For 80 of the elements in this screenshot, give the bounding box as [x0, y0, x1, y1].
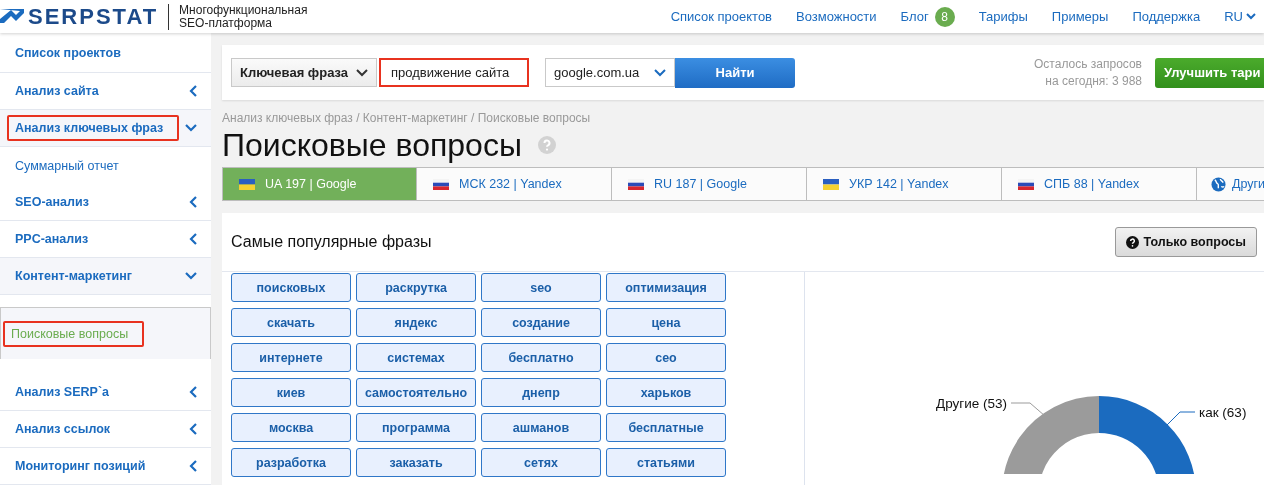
region-tab[interactable]: RU 187 | Google — [612, 167, 807, 201]
search-engine-select[interactable]: google.com.ua — [545, 58, 675, 87]
language-selector[interactable]: RU — [1224, 9, 1256, 24]
search-type-select[interactable]: Ключевая фраза — [231, 58, 377, 87]
count-badge: 8 — [934, 6, 955, 27]
sidebar-item[interactable]: Список проектов — [0, 33, 211, 73]
phrase-tag[interactable]: разработка — [231, 448, 351, 477]
phrase-tag[interactable]: самостоятельно — [356, 378, 476, 407]
query-input[interactable]: продвижение сайта — [379, 58, 529, 87]
flag-icon — [239, 178, 255, 190]
sidebar-item[interactable]: Анализ ссылок — [0, 411, 211, 448]
sidebar-item[interactable]: Анализ SERP`a — [0, 374, 211, 411]
phrase-tag[interactable]: создание — [481, 308, 601, 337]
nav-link[interactable]: Возможности — [796, 9, 877, 24]
breadcrumb: Анализ ключевых фраз / Контент-маркетинг / Поисковые вопросы — [222, 111, 592, 125]
phrase-tag[interactable]: ашманов — [481, 413, 601, 442]
logo-wordmark[interactable]: SERPSTAT — [28, 3, 170, 30]
chart-label: как (63) — [1199, 405, 1247, 420]
phrase-tag[interactable]: seo — [481, 273, 601, 302]
chevron-left-icon — [189, 196, 197, 208]
phrase-tag[interactable]: сео — [606, 343, 726, 372]
phrase-tag[interactable]: харьков — [606, 378, 726, 407]
chart-label: Другие (53) — [936, 396, 1007, 411]
nav-link[interactable]: Поддержка — [1132, 9, 1201, 24]
phrase-tag[interactable]: цена — [606, 308, 726, 337]
sidebar-item[interactable]: Суммарный отчет — [0, 147, 211, 184]
phrase-tag[interactable]: киев — [231, 378, 351, 407]
phrase-tag[interactable]: поисковых — [231, 273, 351, 302]
chevron-left-icon — [189, 423, 197, 435]
phrase-tag[interactable]: скачать — [231, 308, 351, 337]
page-title: Поисковые вопросы — [222, 126, 522, 164]
nav-link[interactable]: Блог — [900, 9, 929, 24]
find-button[interactable]: Найти — [675, 57, 795, 88]
nav-link[interactable]: Тарифы — [978, 9, 1028, 24]
upgrade-button[interactable]: Улучшить тари — [1155, 57, 1264, 88]
flag-icon — [433, 178, 449, 190]
quota-text: Осталось запросов — [1034, 55, 1142, 73]
phrase-tag[interactable]: яндекс — [356, 308, 476, 337]
flag-icon — [1018, 178, 1034, 190]
tagline-text: Многофункциональная — [179, 3, 308, 17]
phrase-tag[interactable]: оптимизация — [606, 273, 726, 302]
sidebar-item[interactable]: SEO-анализ — [0, 184, 211, 221]
globe-icon — [1211, 176, 1226, 192]
panel-title: Самые популярные фразы — [231, 233, 432, 251]
chevron-left-icon — [189, 85, 197, 97]
quota-text: на сегодня: 3 988 — [1045, 72, 1142, 90]
tagline-text: SEO-платформа — [179, 16, 272, 30]
sidebar-item[interactable]: Мониторинг позиций — [0, 448, 211, 485]
question-icon — [1125, 235, 1139, 249]
phrase-tag[interactable]: сетях — [481, 448, 601, 477]
chevron-left-icon — [189, 233, 197, 245]
phrase-tag[interactable]: раскрутка — [356, 273, 476, 302]
questions-only-button[interactable]: Только вопросы — [1114, 227, 1257, 257]
chevron-left-icon — [189, 386, 197, 398]
chevron-down-icon — [356, 68, 368, 77]
nav-link[interactable]: Примеры — [1051, 9, 1109, 24]
phrase-tag[interactable]: москва — [231, 413, 351, 442]
phrase-tag[interactable]: бесплатные — [606, 413, 726, 442]
chevron-down-icon — [185, 272, 197, 280]
region-tab[interactable]: МСК 232 | Yandex — [417, 167, 612, 201]
phrase-tag[interactable]: заказать — [356, 448, 476, 477]
phrase-tag[interactable]: днепр — [481, 378, 601, 407]
phrase-tag[interactable]: программа — [356, 413, 476, 442]
chevron-down-icon — [1246, 13, 1256, 20]
phrase-tag[interactable]: интернете — [231, 343, 351, 372]
help-icon[interactable] — [537, 136, 556, 154]
phrase-tag[interactable]: бесплатно — [481, 343, 601, 372]
chevron-down-icon — [654, 68, 666, 77]
chevron-down-icon — [185, 124, 197, 132]
region-tab[interactable]: СПБ 88 | Yandex — [1002, 167, 1197, 201]
flag-icon — [823, 178, 839, 190]
sidebar-item[interactable]: Анализ ключевых фраз — [0, 110, 211, 147]
phrase-tag[interactable]: системах — [356, 343, 476, 372]
region-tab[interactable]: УКР 142 | Yandex — [807, 167, 1002, 201]
flag-icon — [628, 178, 644, 190]
phrase-tag[interactable]: статьями — [606, 448, 726, 477]
chevron-left-icon — [189, 460, 197, 472]
nav-link[interactable]: Список проектов — [670, 9, 773, 24]
sidebar-item[interactable]: Контент-маркетинг — [0, 258, 211, 295]
region-tab[interactable]: Други — [1197, 167, 1264, 201]
